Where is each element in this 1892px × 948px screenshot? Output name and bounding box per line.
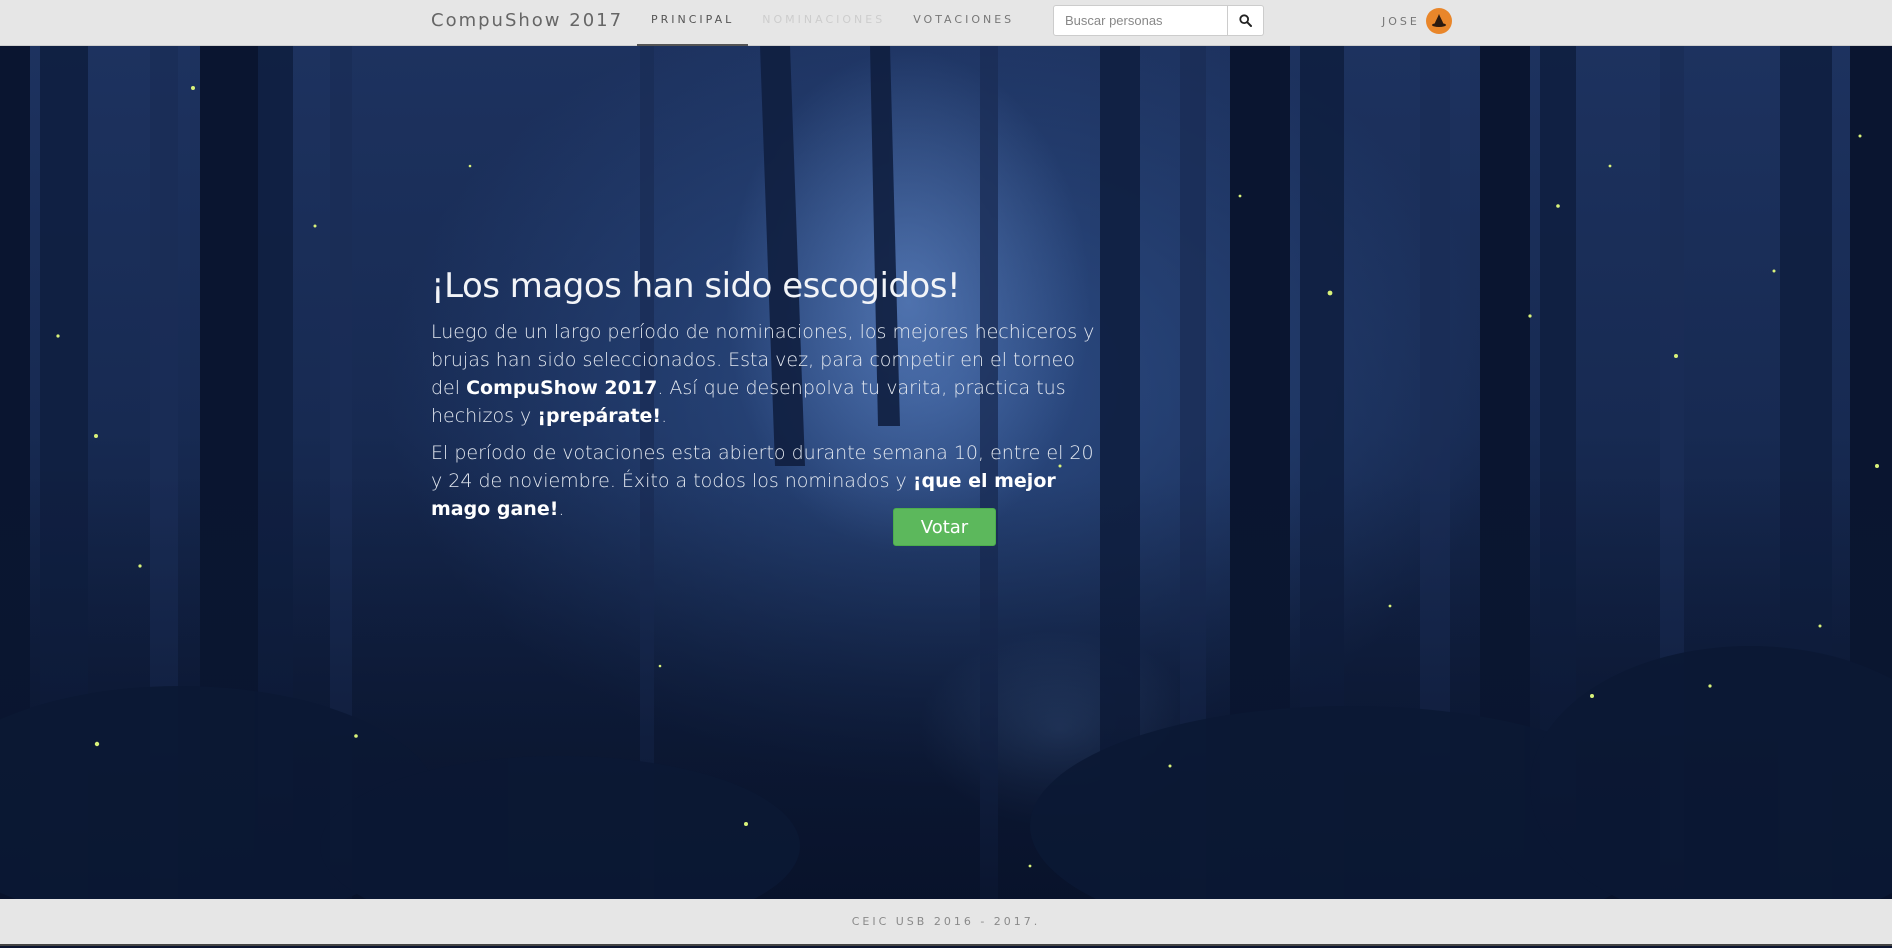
user-menu[interactable]: JOSE — [1382, 8, 1452, 34]
navbar: CompuShow 2017 PRINCIPAL NOMINACIONES VO… — [0, 0, 1892, 46]
user-name: JOSE — [1382, 14, 1420, 28]
hero-paragraph-2: El período de votaciones esta abierto du… — [431, 442, 1094, 520]
wizard-hat-icon — [1431, 14, 1446, 27]
nav-link-principal[interactable]: PRINCIPAL — [637, 0, 749, 46]
brand-link[interactable]: CompuShow 2017 — [431, 10, 623, 31]
footer-text: CEIC USB 2016 - 2017. — [851, 915, 1041, 928]
nav-link-votaciones[interactable]: VOTACIONES — [899, 0, 1028, 46]
hero-section: ¡Los magos han sido escogidos! Luego de … — [0, 46, 1892, 899]
hero-headline: ¡Los magos han sido escogidos! — [431, 266, 961, 306]
avatar[interactable] — [1425, 8, 1452, 34]
hero-content: ¡Los magos han sido escogidos! Luego de … — [431, 264, 1103, 532]
search-form — [1053, 5, 1264, 36]
hero-paragraph-1: Luego de un largo período de nominacione… — [431, 321, 1095, 427]
nav-links: PRINCIPAL NOMINACIONES VOTACIONES — [637, 0, 1028, 46]
footer: CEIC USB 2016 - 2017. — [0, 899, 1892, 946]
vote-button[interactable]: Votar — [893, 508, 996, 546]
nav-link-nominaciones[interactable]: NOMINACIONES — [748, 0, 899, 46]
search-input[interactable] — [1053, 5, 1228, 36]
brand-emphasis: CompuShow 2017 — [466, 377, 658, 399]
prepare-emphasis: ¡prepárate! — [537, 405, 662, 427]
search-icon — [1239, 14, 1252, 27]
search-button[interactable] — [1228, 5, 1264, 36]
